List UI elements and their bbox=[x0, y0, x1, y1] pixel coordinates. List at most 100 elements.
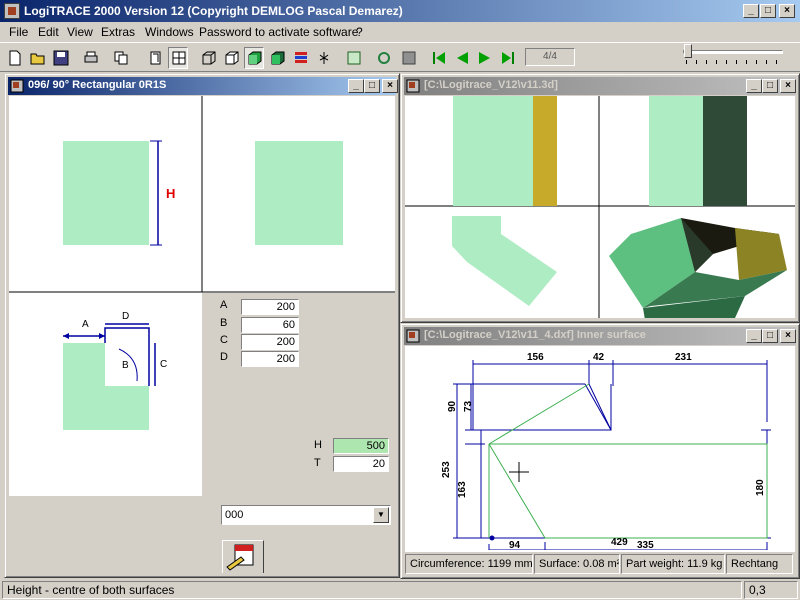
params-window-title: 096/ 90° Rectangular 0R1S bbox=[28, 79, 167, 91]
view-2d-icon[interactable] bbox=[145, 47, 165, 69]
view3d-maximize-button[interactable]: □ bbox=[762, 79, 778, 93]
app-titlebar: LogiTRACE 2000 Version 12 (Copyright DEM… bbox=[0, 0, 800, 22]
toolbar bbox=[0, 42, 800, 72]
box-outline-icon[interactable] bbox=[198, 47, 218, 69]
menu-file[interactable]: File bbox=[9, 25, 28, 39]
prev-icon[interactable] bbox=[451, 47, 471, 69]
dxf-window-titlebar: [C:\Logitrace_V12\v11_4.dxf] Inner surfa… bbox=[404, 327, 796, 345]
dxf-close-button[interactable]: × bbox=[780, 329, 796, 343]
side-view-shape bbox=[255, 141, 343, 245]
label-b: B bbox=[220, 317, 228, 329]
frame-icon[interactable] bbox=[343, 47, 363, 69]
last-icon[interactable] bbox=[497, 47, 517, 69]
view3d-window-client bbox=[405, 96, 795, 318]
front-view-shape bbox=[63, 141, 149, 245]
diagram-label-c: C bbox=[160, 359, 168, 370]
view3d-minimize-button[interactable]: _ bbox=[746, 79, 762, 93]
copy-icon[interactable] bbox=[110, 47, 130, 69]
window-icon bbox=[10, 79, 24, 93]
field-t[interactable]: 20 bbox=[333, 456, 389, 472]
zoom-slider-ticks bbox=[686, 60, 782, 64]
open-icon[interactable] bbox=[27, 47, 47, 69]
pencil-book-icon bbox=[226, 544, 254, 571]
box-shaded-green-icon[interactable] bbox=[244, 47, 264, 69]
box-shaded-icon[interactable] bbox=[267, 47, 287, 69]
minimize-button[interactable]: _ bbox=[743, 4, 759, 18]
menu-edit[interactable]: Edit bbox=[38, 25, 59, 39]
menu-password[interactable]: Password to activate software bbox=[199, 25, 358, 39]
weight-info: Part weight: 11.9 kg bbox=[621, 554, 725, 574]
dim-top-42: 42 bbox=[593, 352, 605, 363]
field-d[interactable]: 200 bbox=[241, 351, 299, 367]
view3d-window: [C:\Logitrace_V12\v11.3d] _ □ × bbox=[400, 73, 800, 323]
dxf-minimize-button[interactable]: _ bbox=[746, 329, 762, 343]
info-icon[interactable] bbox=[398, 47, 418, 69]
dxf-maximize-button[interactable]: □ bbox=[762, 329, 778, 343]
window-icon bbox=[406, 329, 420, 343]
params-window-titlebar: 096/ 90° Rectangular 0R1S _ □ × bbox=[8, 77, 398, 95]
view-split-icon[interactable] bbox=[168, 47, 188, 69]
field-a[interactable]: 200 bbox=[241, 299, 299, 315]
params-close-button[interactable]: × bbox=[382, 79, 398, 93]
save-icon[interactable] bbox=[50, 47, 70, 69]
window-icon bbox=[406, 79, 420, 93]
menu-extras[interactable]: Extras bbox=[101, 25, 135, 39]
box-wire-icon[interactable] bbox=[221, 47, 241, 69]
menu-windows[interactable]: Windows bbox=[145, 25, 194, 39]
new-icon[interactable] bbox=[4, 47, 24, 69]
surface-info: Surface: 0.08 m² bbox=[534, 554, 620, 574]
view3d-close-button[interactable]: × bbox=[780, 79, 796, 93]
maximize-button[interactable]: □ bbox=[760, 4, 776, 18]
menu-view[interactable]: View bbox=[67, 25, 93, 39]
params-window: 096/ 90° Rectangular 0R1S _ □ × H A D B … bbox=[4, 73, 400, 578]
field-h[interactable]: 500 bbox=[333, 438, 389, 454]
dim-left-73: 73 bbox=[463, 400, 474, 412]
view3d-canvas bbox=[405, 96, 795, 318]
app-icon bbox=[4, 3, 20, 19]
params-window-client: H A D B C A 200 B 60 C 200 D 200 H 500 T… bbox=[9, 96, 395, 573]
profile-select-value: 000 bbox=[225, 509, 244, 521]
diagram-label-d: D bbox=[122, 311, 130, 322]
profile-select[interactable]: 000 ▼ bbox=[221, 505, 391, 525]
first-icon[interactable] bbox=[428, 47, 448, 69]
zoom-slider-track[interactable] bbox=[683, 50, 783, 54]
color-bars-icon[interactable] bbox=[290, 47, 310, 69]
params-minimize-button[interactable]: _ bbox=[348, 79, 364, 93]
status-coords: 0,3 bbox=[744, 581, 798, 599]
menu-help[interactable]: ? bbox=[356, 25, 363, 39]
field-b[interactable]: 60 bbox=[241, 317, 299, 333]
next-icon[interactable] bbox=[474, 47, 494, 69]
params-maximize-button[interactable]: □ bbox=[364, 79, 380, 93]
tree-icon[interactable] bbox=[313, 47, 333, 69]
dim-top-231: 231 bbox=[675, 352, 692, 363]
dim-right-180: 180 bbox=[755, 479, 766, 496]
label-d: D bbox=[220, 351, 228, 363]
diagram-label-a: A bbox=[82, 319, 89, 330]
circumference-info: Circumference: 1199 mm bbox=[405, 554, 533, 574]
dxf-window-client: 156 42 231 90 73 253 163 180 94 335 429 … bbox=[405, 346, 795, 552]
field-c[interactable]: 200 bbox=[241, 334, 299, 350]
calculate-button[interactable] bbox=[222, 540, 264, 573]
h-marker: H bbox=[166, 186, 176, 201]
zoom-slider-thumb[interactable] bbox=[684, 44, 692, 58]
dim-left-163: 163 bbox=[457, 481, 468, 498]
close-button[interactable]: × bbox=[779, 4, 795, 18]
shape-info: Rechtang bbox=[726, 554, 793, 574]
params-preview bbox=[9, 96, 395, 573]
dim-bottom-94: 94 bbox=[509, 540, 521, 550]
status-message: Height - centre of both surfaces bbox=[2, 581, 742, 599]
menubar: File Edit View Extras Windows Password t… bbox=[0, 22, 800, 42]
dxf-drawing: 156 42 231 90 73 253 163 180 94 335 429 bbox=[441, 352, 771, 552]
page-indicator: 4/4 bbox=[525, 48, 575, 66]
label-a: A bbox=[220, 299, 228, 311]
dim-bottom-335: 335 bbox=[637, 540, 654, 550]
dxf-window: [C:\Logitrace_V12\v11_4.dxf] Inner surfa… bbox=[400, 323, 800, 579]
view3d-window-titlebar: [C:\Logitrace_V12\v11.3d] _ □ × bbox=[404, 77, 796, 95]
dim-left-90: 90 bbox=[447, 400, 458, 412]
rotate-icon[interactable] bbox=[373, 47, 393, 69]
print-icon[interactable] bbox=[80, 47, 100, 69]
chevron-down-icon[interactable]: ▼ bbox=[373, 507, 389, 523]
view3d-window-title: [C:\Logitrace_V12\v11.3d] bbox=[424, 79, 558, 91]
dim-bottom-429-label: 429 bbox=[611, 537, 628, 548]
statusbar: Height - centre of both surfaces 0,3 bbox=[0, 579, 800, 600]
